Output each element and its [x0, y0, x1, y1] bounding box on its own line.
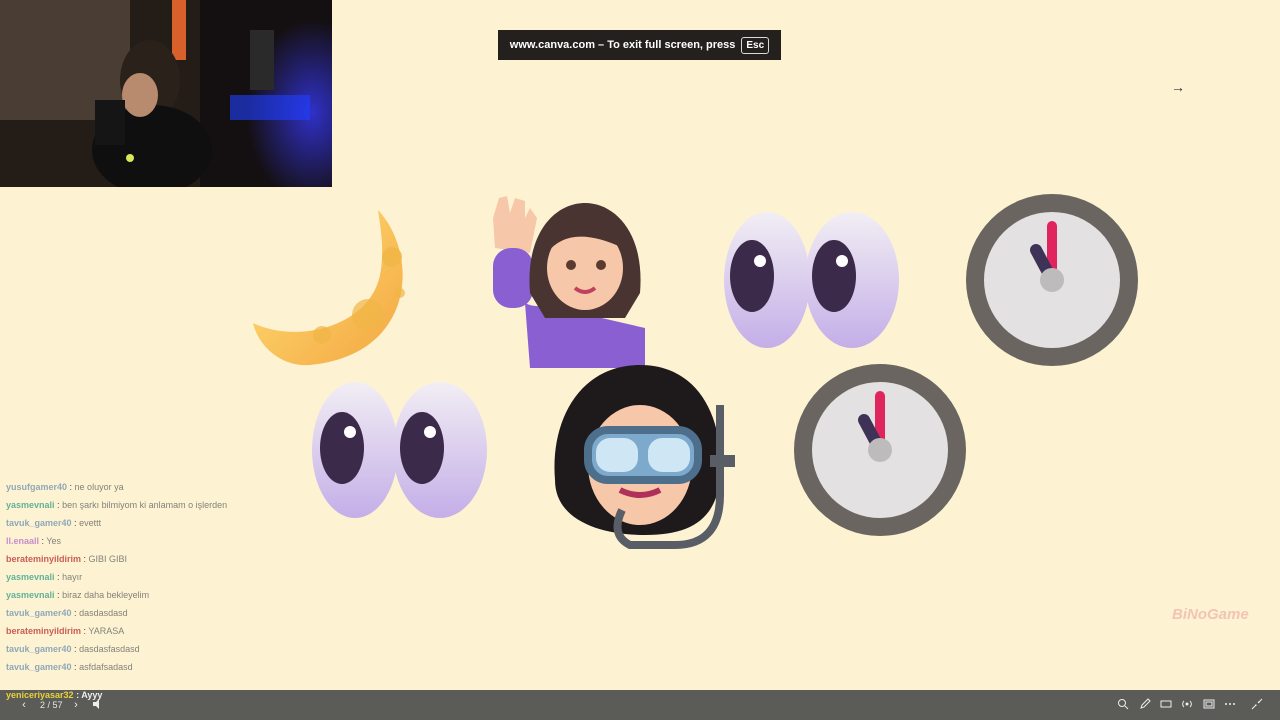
chat-username: tavuk_gamer40	[6, 644, 72, 654]
one-oclock-emoji	[966, 194, 1138, 366]
chat-text: evettt	[79, 518, 102, 528]
chat-text: biraz daha bekleyelim	[62, 590, 150, 600]
esc-key-hint: Esc	[741, 36, 770, 54]
chat-username: yasmevnali	[6, 500, 55, 510]
chat-separator: :	[54, 500, 63, 510]
chat-separator: :	[54, 590, 63, 600]
chat-message: ll.enaall : Yes	[0, 532, 240, 550]
eyes-emoji	[312, 382, 487, 518]
chat-text: YARASA	[88, 626, 125, 636]
chat-username: tavuk_gamer40	[6, 662, 72, 672]
chat-username: tavuk_gamer40	[6, 608, 72, 618]
chat-text: asfdafsadasd	[79, 662, 133, 672]
chat-username: yasmevnali	[6, 590, 55, 600]
chat-separator: :	[54, 572, 63, 582]
chat-message: berateminyildirim : GIBI GIBI	[0, 550, 240, 568]
chat-separator: :	[81, 554, 89, 564]
chat-message: berateminyildirim : YARASA	[0, 622, 240, 640]
chat-text: GIBI GIBI	[88, 554, 128, 564]
broadcast-icon[interactable]	[1180, 698, 1194, 712]
stream-chat-overlay: yusufgamer40 : ne oluyor ya yasmevnali : …	[0, 478, 240, 692]
chat-text: dasdasfasdasd	[79, 644, 140, 654]
chat-separator: :	[71, 518, 80, 528]
chat-separator: :	[71, 662, 80, 672]
chat-message: yasmevnali : ben şarkı bilmiyom ki anlam…	[0, 496, 240, 514]
chat-username: berateminyildirim	[6, 626, 82, 636]
chat-message: tavuk_gamer40 : evettt	[0, 514, 240, 532]
chat-text: dasdasdasd	[79, 608, 128, 618]
chat-username: ll.enaall	[6, 536, 40, 546]
presentation-controls-bar: yeniceriyasar32 : Ayyy ‹ 2 / 57 ›	[0, 690, 1280, 720]
page-indicator: 2 / 57	[40, 700, 63, 710]
chat-separator: :	[71, 644, 80, 654]
streamer-video-frame	[0, 0, 332, 187]
chat-username: berateminyildirim	[6, 554, 82, 564]
crescent-moon-emoji	[253, 210, 405, 366]
chat-message: yasmevnali : hayır	[0, 568, 240, 586]
woman-snorkel-emoji	[554, 365, 735, 549]
exit-fullscreen-icon[interactable]	[1250, 698, 1264, 712]
chat-message: yusufgamer40 : ne oluyor ya	[0, 478, 240, 496]
chat-text: ben şarkı bilmiyom ki anlamam o işlerden	[62, 500, 228, 510]
previous-page-button[interactable]: ‹	[17, 698, 31, 712]
woman-waving-emoji	[493, 196, 645, 368]
next-slide-arrow-icon[interactable]: →	[1169, 78, 1187, 96]
chat-message: tavuk_gamer40 : dasdasfasdasd	[0, 640, 240, 658]
next-page-button[interactable]: ›	[69, 698, 83, 712]
present-window-icon[interactable]	[1202, 698, 1216, 712]
chat-username: yusufgamer40	[6, 482, 68, 492]
keyboard-icon[interactable]	[1159, 698, 1173, 712]
chat-message: tavuk_gamer40 : asfdafsadasd	[0, 658, 240, 676]
chat-separator: :	[71, 608, 80, 618]
fullscreen-notice-text: www.canva.com – To exit full screen, pre…	[509, 39, 736, 51]
chat-message: yasmevnali : biraz daha bekleyelim	[0, 586, 240, 604]
one-oclock-emoji	[794, 364, 966, 536]
channel-watermark: BiNoGame	[1172, 606, 1249, 623]
chat-text: hayır	[62, 572, 83, 582]
chat-text: Yes	[46, 536, 62, 546]
speaker-icon[interactable]	[91, 698, 105, 712]
pen-icon[interactable]	[1138, 698, 1152, 712]
chat-message: tavuk_gamer40 : dasdasdasd	[0, 604, 240, 622]
webcam-overlay	[0, 0, 332, 187]
chat-text: ne oluyor ya	[74, 482, 124, 492]
chat-username: yasmevnali	[6, 572, 55, 582]
chat-separator: :	[67, 482, 75, 492]
more-options-icon[interactable]	[1223, 698, 1237, 712]
chat-username: tavuk_gamer40	[6, 518, 72, 528]
eyes-emoji	[724, 212, 899, 348]
fullscreen-notice: www.canva.com – To exit full screen, pre…	[498, 30, 781, 60]
zoom-icon[interactable]	[1116, 698, 1130, 712]
